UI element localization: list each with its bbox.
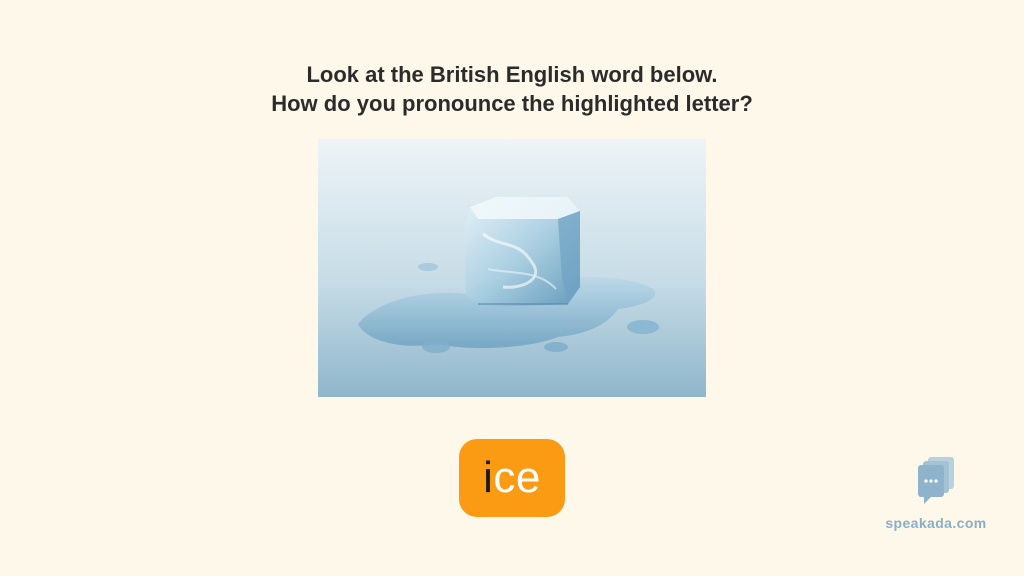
chat-cards-icon [918, 457, 954, 504]
word-card[interactable]: i ce [459, 439, 565, 517]
question-prompt: Look at the British English word below. … [0, 60, 1024, 118]
question-line-1: Look at the British English word below. [306, 62, 718, 87]
highlighted-letter: i [483, 453, 494, 502]
word-rest: ce [493, 453, 541, 502]
brand-name: speakada.com [885, 515, 987, 531]
brand-watermark: speakada.com [874, 455, 998, 531]
ice-cube-image [318, 139, 706, 397]
question-line-2: How do you pronounce the highlighted let… [271, 91, 753, 116]
